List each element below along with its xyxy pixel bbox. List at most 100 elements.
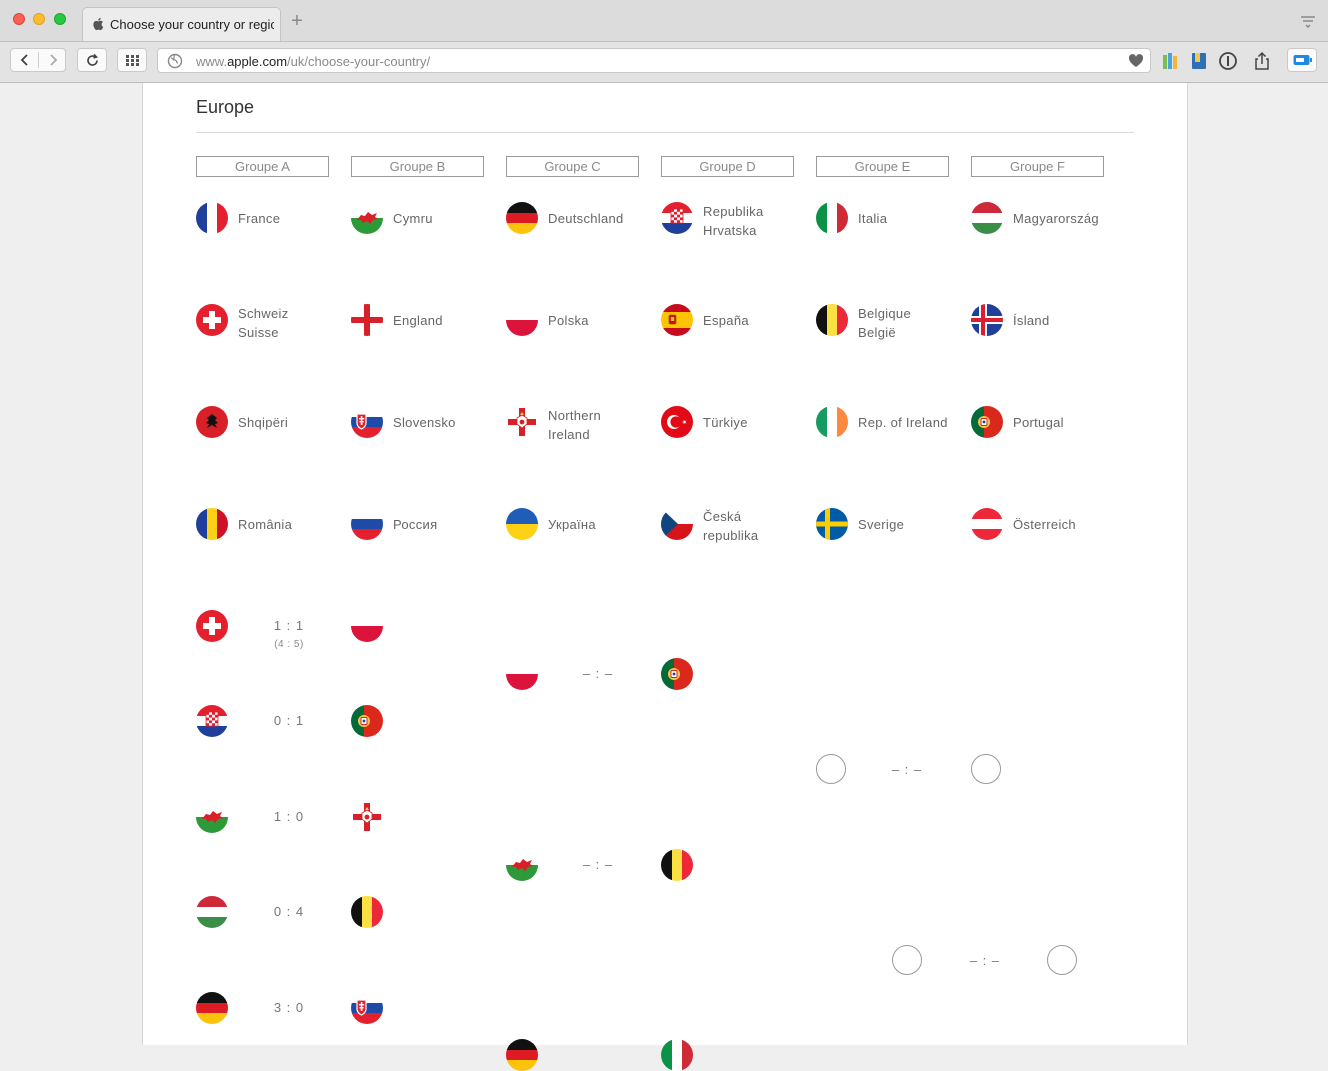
austria-flag[interactable] <box>971 508 1003 540</box>
germany-flag[interactable] <box>506 1039 538 1071</box>
country-link-france[interactable]: France <box>238 209 280 228</box>
tab-overview-icon[interactable] <box>1300 16 1316 28</box>
slovakia-flag[interactable] <box>351 992 383 1024</box>
country-link-austria[interactable]: Österreich <box>1013 515 1076 534</box>
match-score: 0 : 4 <box>273 904 305 919</box>
france-flag[interactable] <box>196 202 228 234</box>
country-link-england[interactable]: England <box>393 311 443 330</box>
heart-icon[interactable] <box>1128 54 1144 68</box>
wales-flag[interactable] <box>506 849 538 881</box>
spain-flag[interactable] <box>661 304 693 336</box>
browser-chrome: Choose your country or region + www.appl… <box>0 0 1328 83</box>
belgium-flag[interactable] <box>816 304 848 336</box>
forward-chevron-icon[interactable] <box>47 54 59 66</box>
poland-flag[interactable] <box>506 658 538 690</box>
croatia-flag[interactable] <box>196 705 228 737</box>
country-link-turkey[interactable]: Türkiye <box>703 413 748 432</box>
close-window-button[interactable] <box>13 13 25 25</box>
belgium-flag[interactable] <box>661 849 693 881</box>
apple-logo-icon <box>93 17 104 31</box>
czech-line2: republika <box>703 528 759 543</box>
tab-choose-country[interactable]: Choose your country or region <box>82 7 281 41</box>
country-link-poland[interactable]: Polska <box>548 311 589 330</box>
address-bar[interactable]: www.apple.com/uk/choose-your-country/ <box>157 48 1151 73</box>
switzerland-name-de: Schweiz <box>238 306 289 321</box>
country-link-spain[interactable]: España <box>703 311 749 330</box>
country-link-czech[interactable]: Česká republika <box>703 507 758 545</box>
croatia-flag[interactable] <box>661 202 693 234</box>
iceland-flag[interactable] <box>971 304 1003 336</box>
poland-flag[interactable] <box>506 304 538 336</box>
favorites-grid-button[interactable] <box>117 48 147 72</box>
country-link-germany[interactable]: Deutschland <box>548 209 624 228</box>
ireland-flag[interactable] <box>816 406 848 438</box>
match-score: 1 : 0 <box>273 809 305 824</box>
country-link-hungary[interactable]: Magyarország <box>1013 209 1099 228</box>
switzerland-flag[interactable] <box>196 610 228 642</box>
northern-ireland-flag[interactable] <box>351 801 383 833</box>
group-c-header: Groupe C <box>506 156 639 177</box>
share-icon[interactable] <box>1252 51 1272 71</box>
country-link-romania[interactable]: România <box>238 515 292 534</box>
ukraine-flag[interactable] <box>506 508 538 540</box>
empty-team-slot <box>1047 945 1077 975</box>
slovakia-flag[interactable] <box>351 406 383 438</box>
switzerland-flag[interactable] <box>196 304 228 336</box>
germany-flag[interactable] <box>506 202 538 234</box>
country-link-wales[interactable]: Cymru <box>393 209 433 228</box>
country-link-slovakia[interactable]: Slovensko <box>393 413 456 432</box>
group-d-header: Groupe D <box>661 156 794 177</box>
wales-flag[interactable] <box>351 202 383 234</box>
battery-icon <box>1293 55 1312 65</box>
country-link-sweden[interactable]: Sverige <box>858 515 904 534</box>
minimize-window-button[interactable] <box>33 13 45 25</box>
portugal-flag[interactable] <box>351 705 383 737</box>
match-score: 0 : 1 <box>273 713 305 728</box>
portugal-flag[interactable] <box>971 406 1003 438</box>
belgium-name-nl: België <box>858 325 896 340</box>
zoom-window-button[interactable] <box>54 13 66 25</box>
country-link-belgium[interactable]: Belgique België <box>858 304 911 342</box>
hungary-flag[interactable] <box>971 202 1003 234</box>
england-flag[interactable] <box>351 304 383 336</box>
bookmark-extension-icon[interactable] <box>1189 51 1209 71</box>
reload-button[interactable] <box>77 48 107 72</box>
country-link-ireland[interactable]: Rep. of Ireland <box>858 413 948 432</box>
new-tab-button[interactable]: + <box>287 11 307 31</box>
country-link-russia[interactable]: Россия <box>393 515 437 534</box>
italy-flag[interactable] <box>816 202 848 234</box>
albania-flag[interactable] <box>196 406 228 438</box>
back-forward-group <box>10 48 66 72</box>
country-link-iceland[interactable]: Ísland <box>1013 311 1050 330</box>
belgium-flag[interactable] <box>351 896 383 928</box>
group-b-header: Groupe B <box>351 156 484 177</box>
back-chevron-icon[interactable] <box>19 54 31 66</box>
wales-flag[interactable] <box>196 801 228 833</box>
country-link-italy[interactable]: Italia <box>858 209 887 228</box>
germany-flag[interactable] <box>196 992 228 1024</box>
page-content: Europe Groupe A Groupe B Groupe C Groupe… <box>142 83 1188 1045</box>
turkey-flag[interactable] <box>661 406 693 438</box>
battery-extension-button[interactable] <box>1287 48 1317 72</box>
books-extension-icon[interactable] <box>1160 51 1180 71</box>
match-score: 3 : 0 <box>273 1000 305 1015</box>
czech-flag[interactable] <box>661 508 693 540</box>
russia-flag[interactable] <box>351 508 383 540</box>
hungary-flag[interactable] <box>196 896 228 928</box>
info-extension-icon[interactable] <box>1218 51 1238 71</box>
country-link-ukraine[interactable]: Україна <box>548 515 596 534</box>
country-link-switzerland[interactable]: Schweiz Suisse <box>238 304 289 342</box>
portugal-flag[interactable] <box>661 658 693 690</box>
country-link-northern-ireland[interactable]: Northern Ireland <box>548 406 601 444</box>
tab-title: Choose your country or region <box>110 17 274 32</box>
country-link-portugal[interactable]: Portugal <box>1013 413 1064 432</box>
northern-ireland-flag[interactable] <box>506 406 538 438</box>
poland-flag[interactable] <box>351 610 383 642</box>
match-score: – : – <box>582 857 614 872</box>
sweden-flag[interactable] <box>816 508 848 540</box>
country-link-croatia[interactable]: Republika Hrvatska <box>703 202 764 240</box>
country-link-albania[interactable]: Shqipëri <box>238 413 288 432</box>
empty-team-slot <box>892 945 922 975</box>
romania-flag[interactable] <box>196 508 228 540</box>
italy-flag[interactable] <box>661 1039 693 1071</box>
